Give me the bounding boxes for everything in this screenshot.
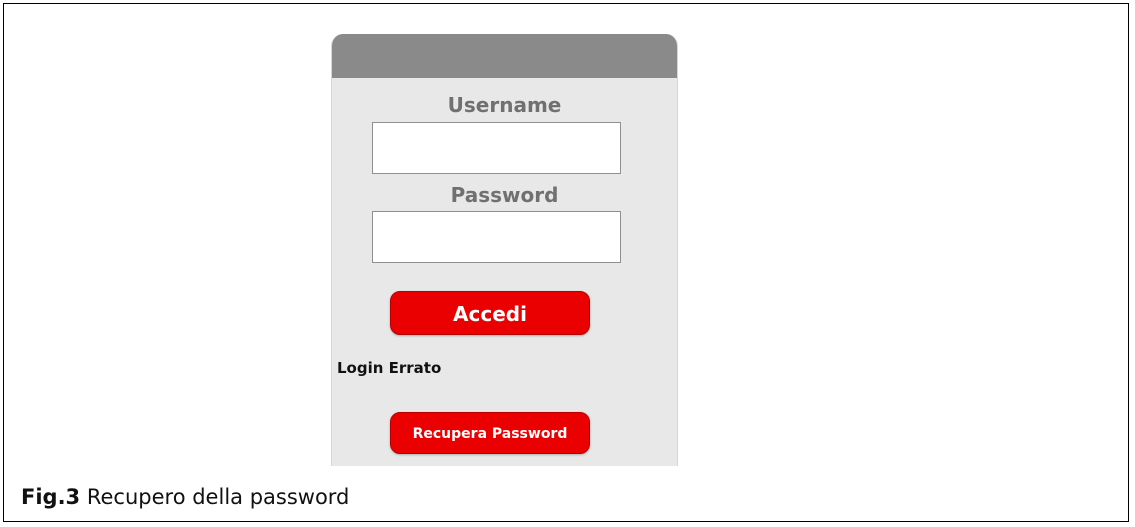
password-label: Password [450, 183, 559, 207]
figure-caption-label: Fig.3 [21, 485, 81, 509]
figure-frame: Username Password Accedi Login Errato Re… [3, 3, 1129, 522]
recover-password-button[interactable]: Recupera Password [390, 412, 590, 454]
username-input[interactable] [372, 122, 621, 174]
login-error-message: Login Errato [337, 359, 442, 377]
password-input[interactable] [372, 211, 621, 263]
username-label: Username [447, 93, 562, 117]
login-panel-header [332, 34, 677, 78]
figure-caption-text: Recupero della password [86, 485, 350, 509]
login-button[interactable]: Accedi [390, 291, 590, 335]
figure-caption: Fig.3 Recupero della password [21, 485, 349, 509]
login-panel: Username Password Accedi Login Errato Re… [331, 34, 678, 466]
